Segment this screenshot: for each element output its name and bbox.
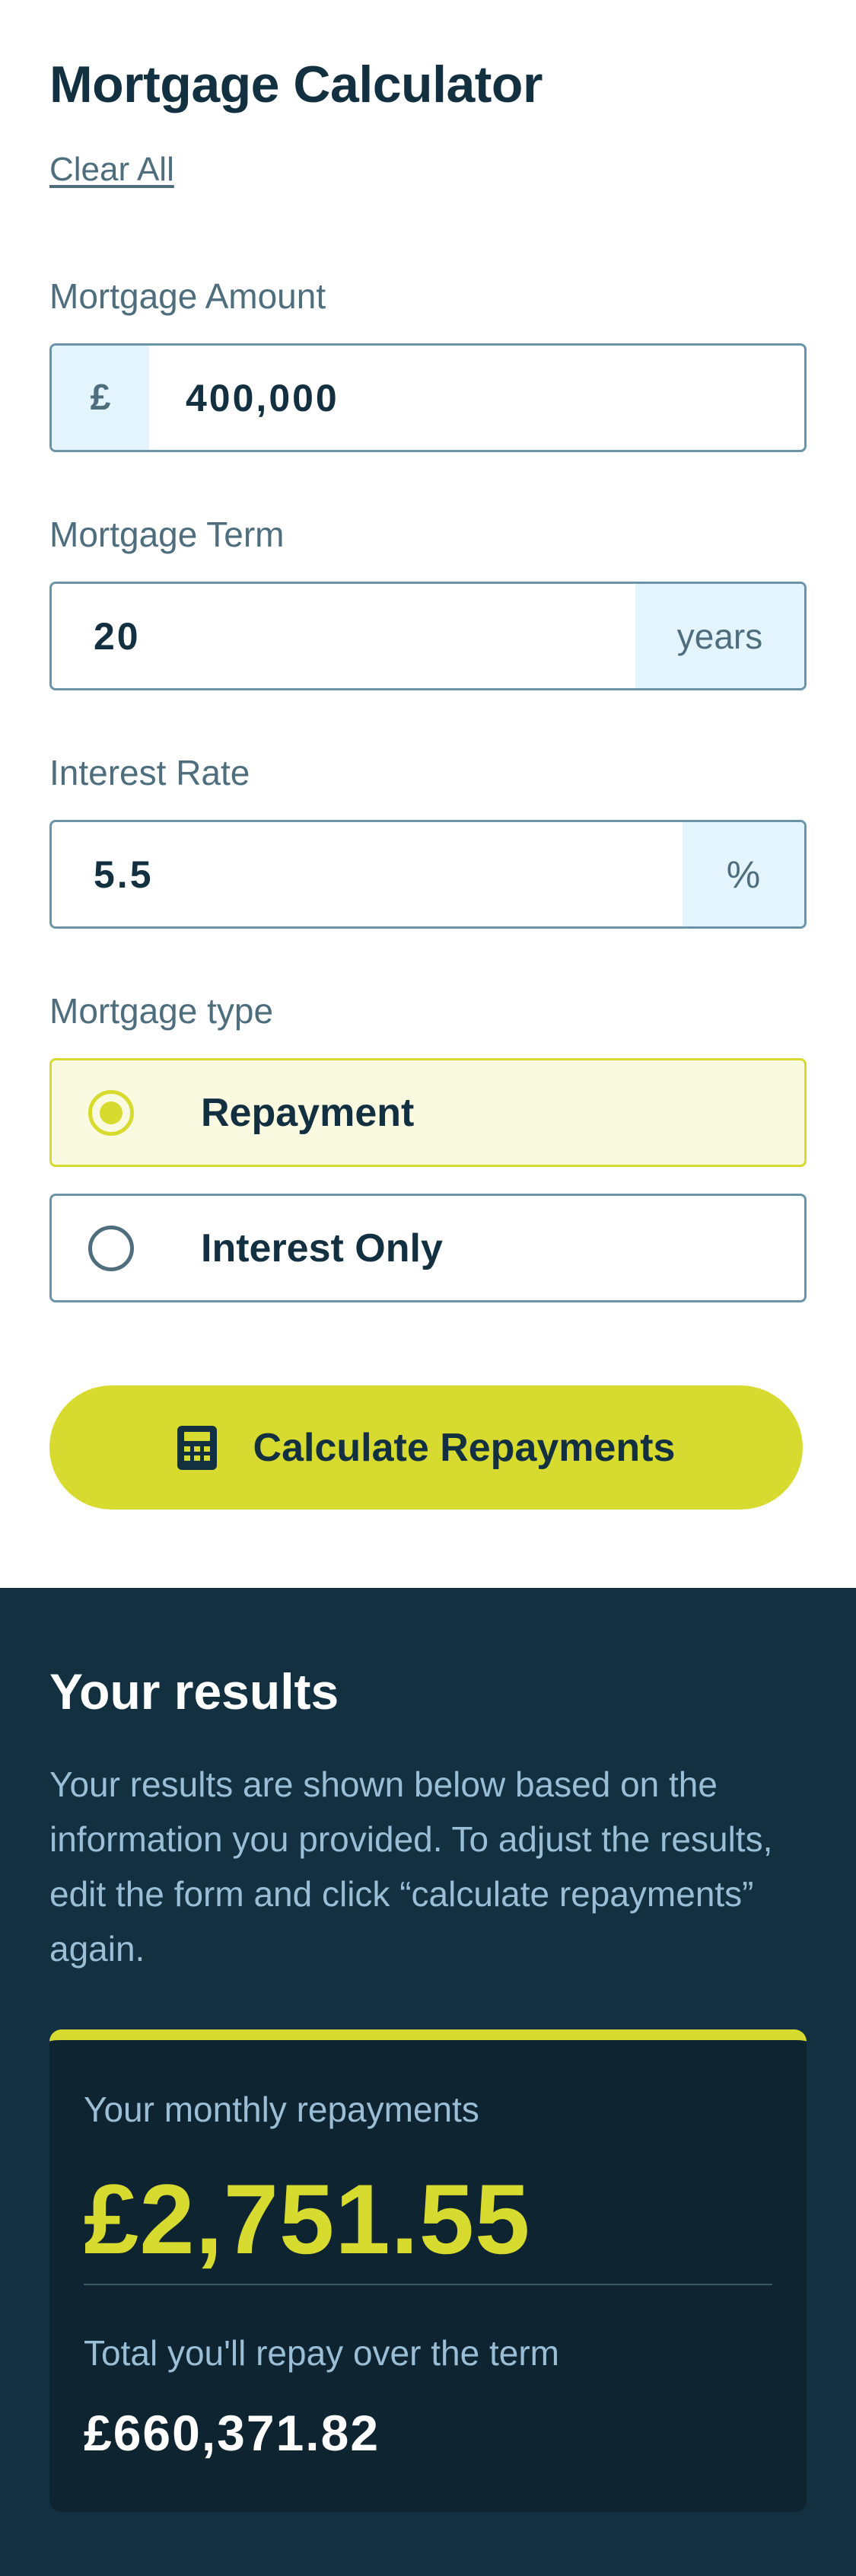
radio-inner-dot xyxy=(100,1101,123,1124)
mortgage-term-field[interactable]: 20 years xyxy=(49,582,807,690)
radio-unchecked-icon xyxy=(88,1225,134,1271)
radio-option-repayment[interactable]: Repayment xyxy=(49,1058,807,1167)
interest-rate-field[interactable]: 5.5 % xyxy=(49,820,807,929)
years-suffix: years xyxy=(635,584,804,688)
clear-all-link[interactable]: Clear All xyxy=(49,151,174,189)
currency-prefix: £ xyxy=(52,346,149,450)
mortgage-amount-field[interactable]: £ 400,000 xyxy=(49,343,807,452)
calculator-icon xyxy=(177,1425,217,1470)
radio-label-repayment: Repayment xyxy=(201,1090,415,1135)
radio-checked-icon xyxy=(88,1089,134,1136)
mortgage-term-label: Mortgage Term xyxy=(49,515,285,554)
radio-label-interest-only: Interest Only xyxy=(201,1226,443,1270)
card-divider xyxy=(84,2284,772,2285)
mortgage-amount-label: Mortgage Amount xyxy=(49,276,326,316)
interest-rate-input[interactable]: 5.5 xyxy=(52,822,683,926)
mortgage-amount-input[interactable]: 400,000 xyxy=(149,346,804,450)
monthly-repayments-value: £2,751.55 xyxy=(84,2163,531,2275)
mortgage-term-input[interactable]: 20 xyxy=(52,584,635,688)
percent-suffix: % xyxy=(683,822,804,926)
calculate-button-label: Calculate Repayments xyxy=(253,1425,676,1470)
radio-option-interest-only[interactable]: Interest Only xyxy=(49,1194,807,1302)
results-card: Your monthly repayments £2,751.55 Total … xyxy=(49,2029,807,2512)
results-description: Your results are shown below based on th… xyxy=(49,1765,773,1969)
calculate-repayments-button[interactable]: Calculate Repayments xyxy=(49,1385,803,1510)
mortgage-type-label: Mortgage type xyxy=(49,991,274,1031)
calculator-form: Mortgage Calculator Clear All Mortgage A… xyxy=(0,0,856,1588)
total-repay-label: Total you'll repay over the term xyxy=(84,2333,559,2373)
total-repay-value: £660,371.82 xyxy=(84,2405,380,2461)
results-panel: Your results Your results are shown belo… xyxy=(0,1588,856,2576)
results-title: Your results xyxy=(49,1663,339,1720)
page-title: Mortgage Calculator xyxy=(49,56,543,113)
monthly-repayments-label: Your monthly repayments xyxy=(84,2090,479,2129)
interest-rate-label: Interest Rate xyxy=(49,753,250,792)
